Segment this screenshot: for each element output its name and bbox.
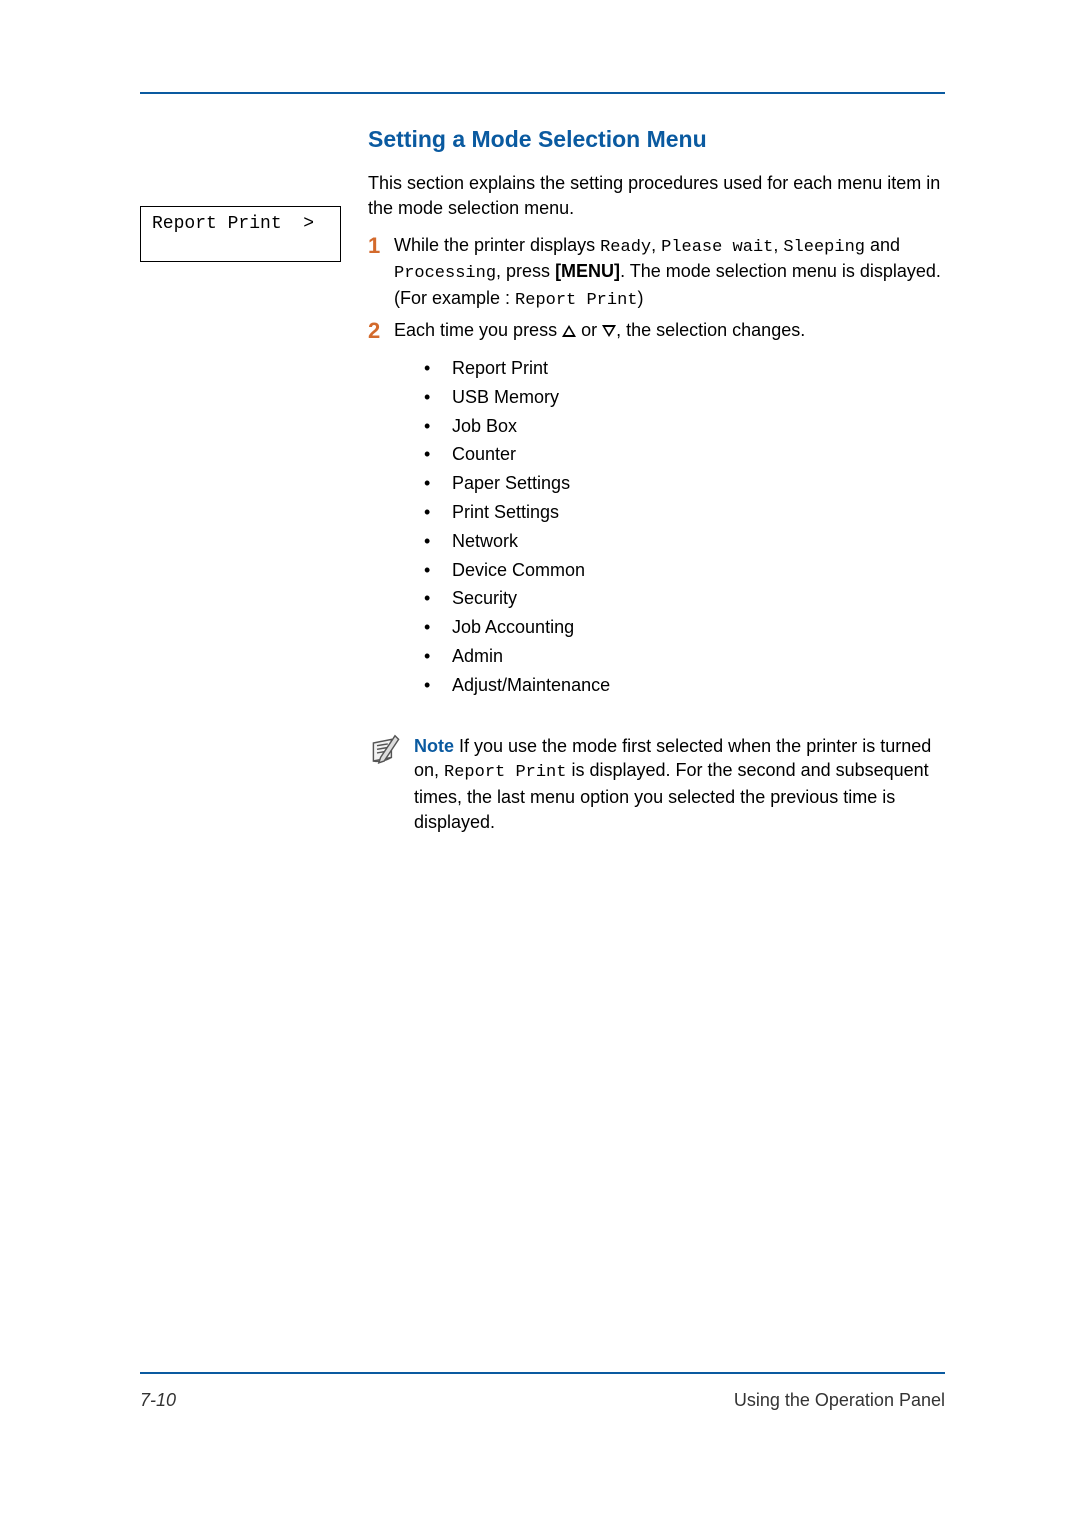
bottom-rule <box>140 1372 945 1374</box>
triangle-down-icon <box>602 325 616 337</box>
step-1-t1: While the printer displays <box>394 235 600 255</box>
list-label: Print Settings <box>452 498 559 527</box>
list-item: •Adjust/Maintenance <box>424 671 945 700</box>
list-item: •Job Box <box>424 412 945 441</box>
list-item: •USB Memory <box>424 383 945 412</box>
bullet-dot: • <box>424 383 452 412</box>
bullet-dot: • <box>424 527 452 556</box>
step-2-body: Each time you press or , the selection c… <box>394 318 945 344</box>
list-label: Counter <box>452 440 516 469</box>
step-2-t1: Each time you press <box>394 320 562 340</box>
list-label: Job Box <box>452 412 517 441</box>
lcd-display-box: Report Print > <box>140 206 341 262</box>
list-item: •Job Accounting <box>424 613 945 642</box>
section-title: Setting a Mode Selection Menu <box>368 126 945 153</box>
step-1-t5: , press <box>496 261 555 281</box>
menu-item-list: •Report Print •USB Memory •Job Box •Coun… <box>424 354 945 700</box>
step-1-m1: Ready <box>600 238 651 257</box>
list-item: •Device Common <box>424 556 945 585</box>
step-1-t7: ) <box>637 288 643 308</box>
step-1-m4: Processing <box>394 264 496 283</box>
list-label: Security <box>452 584 517 613</box>
list-item: •Print Settings <box>424 498 945 527</box>
step-1-t4: and <box>865 235 900 255</box>
step-2-number: 2 <box>368 318 394 344</box>
step-1-b1: [MENU] <box>555 261 620 281</box>
list-label: Report Print <box>452 354 548 383</box>
footer-page-number: 7-10 <box>140 1390 176 1411</box>
step-1-m2: Please wait <box>661 238 773 257</box>
bullet-dot: • <box>424 440 452 469</box>
step-1-body: While the printer displays Ready, Please… <box>394 233 945 312</box>
list-label: Network <box>452 527 518 556</box>
list-item: •Report Print <box>424 354 945 383</box>
bullet-dot: • <box>424 613 452 642</box>
top-rule <box>140 92 945 94</box>
bullet-dot: • <box>424 498 452 527</box>
list-item: •Network <box>424 527 945 556</box>
list-item: •Counter <box>424 440 945 469</box>
note-text: Note If you use the mode first selected … <box>414 734 945 835</box>
step-1-t2: , <box>651 235 661 255</box>
note-icon <box>368 734 404 835</box>
step-1-number: 1 <box>368 233 394 312</box>
list-label: Admin <box>452 642 503 671</box>
triangle-up-icon <box>562 325 576 337</box>
list-label: Job Accounting <box>452 613 574 642</box>
bullet-dot: • <box>424 584 452 613</box>
list-label: Paper Settings <box>452 469 570 498</box>
content-area: Report Print > Setting a Mode Selection … <box>140 126 945 835</box>
step-1-m3: Sleeping <box>783 238 865 257</box>
bullet-dot: • <box>424 469 452 498</box>
note-label: Note <box>414 736 454 756</box>
step-2-t2: or <box>576 320 602 340</box>
bullet-dot: • <box>424 354 452 383</box>
list-item: •Security <box>424 584 945 613</box>
list-item: •Paper Settings <box>424 469 945 498</box>
note-m1: Report Print <box>444 763 566 782</box>
bullet-dot: • <box>424 642 452 671</box>
list-label: Adjust/Maintenance <box>452 671 610 700</box>
bullet-dot: • <box>424 671 452 700</box>
list-label: Device Common <box>452 556 585 585</box>
step-1: 1 While the printer displays Ready, Plea… <box>368 233 945 312</box>
bullet-dot: • <box>424 556 452 585</box>
footer-chapter: Using the Operation Panel <box>734 1390 945 1411</box>
step-1-m5: Report Print <box>515 291 637 310</box>
section-intro: This section explains the setting proced… <box>368 171 945 221</box>
step-2-t3: , the selection changes. <box>616 320 805 340</box>
list-item: •Admin <box>424 642 945 671</box>
step-2: 2 Each time you press or , the selection… <box>368 318 945 344</box>
list-label: USB Memory <box>452 383 559 412</box>
note-block: Note If you use the mode first selected … <box>368 734 945 835</box>
bullet-dot: • <box>424 412 452 441</box>
step-1-t3: , <box>773 235 783 255</box>
